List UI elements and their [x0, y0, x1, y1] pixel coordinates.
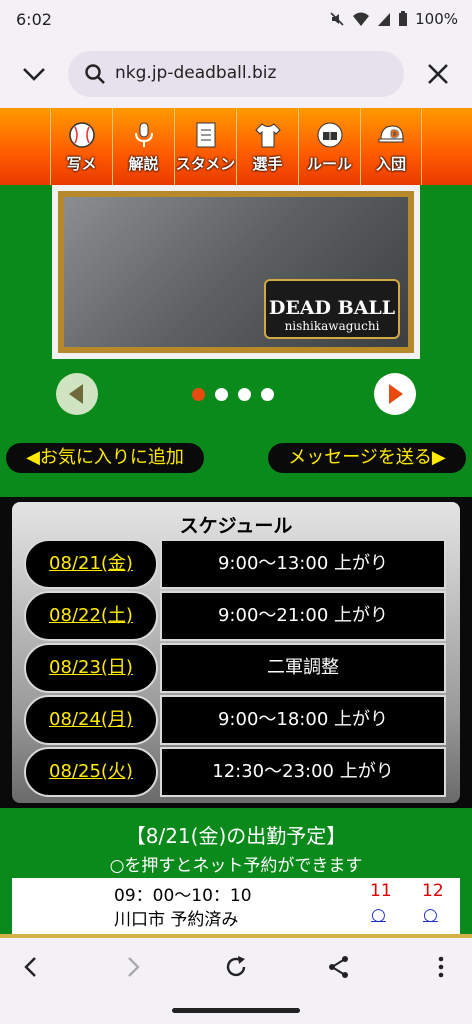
nav-item-join[interactable]: D 入団: [360, 108, 422, 185]
schedule-date-link[interactable]: 08/25(火): [24, 747, 158, 797]
schedule-row: 08/25(火) 12:30〜23:00 上がり: [24, 747, 449, 797]
signal-icon: [378, 13, 391, 26]
schedule-title: スケジュール: [179, 515, 293, 537]
reserve-slot-11-link[interactable]: ○: [371, 905, 386, 925]
chevron-down-icon[interactable]: [20, 60, 48, 88]
close-icon[interactable]: [424, 60, 452, 88]
carousel-next-button[interactable]: [374, 373, 416, 415]
back-icon[interactable]: [18, 954, 44, 980]
schedule-value: 二軍調整: [160, 643, 446, 693]
mute-icon: [330, 12, 344, 26]
schedule-row: 08/21(金) 9:00〜13:00 上がり: [24, 539, 449, 589]
logo-title: DEAD BALL: [268, 297, 396, 319]
schedule-row: 08/22(土) 9:00〜21:00 上がり: [24, 591, 449, 641]
battery-icon: [399, 11, 408, 26]
schedule-value: 9:00〜13:00 上がり: [160, 539, 446, 589]
photo-frame[interactable]: DEAD BALL nishikawaguchi: [52, 185, 420, 359]
baseball-icon: [68, 122, 95, 148]
url-field[interactable]: nkg.jp-deadball.biz: [68, 51, 404, 97]
site-nav: 写メ 解説 スタメン 選手 ルール D 入団: [0, 108, 472, 185]
send-message-button[interactable]: メッセージを送る▶: [268, 443, 466, 473]
deadball-logo: DEAD BALL nishikawaguchi: [264, 279, 400, 339]
nav-label: 写メ: [66, 155, 97, 173]
carousel-dot[interactable]: [261, 388, 274, 401]
attendance-subtitle: ○を押すとネット予約ができます: [109, 856, 363, 876]
carousel-dots: [192, 388, 274, 401]
carousel-dot[interactable]: [215, 388, 228, 401]
schedule-date-link[interactable]: 08/21(金): [24, 539, 158, 589]
slot-header-12: 12: [422, 881, 444, 901]
attendance-title: 【8/21(金)の出勤予定】: [125, 824, 347, 848]
add-favorite-button[interactable]: ◀お気に入りに追加: [6, 443, 204, 473]
browser-toolbar: [0, 934, 472, 996]
schedule-date-link[interactable]: 08/23(日): [24, 643, 158, 693]
status-time: 6:02: [16, 10, 52, 29]
svg-text:D: D: [391, 130, 398, 140]
nav-item-commentary[interactable]: 解説: [112, 108, 174, 185]
nav-label: 解説: [128, 155, 159, 173]
schedule-panel: スケジュール 08/21(金) 9:00〜13:00 上がり 08/22(土) …: [12, 502, 460, 803]
battery-percent: 100%: [415, 10, 458, 28]
schedule-row: 08/24(月) 9:00〜18:00 上がり: [24, 695, 449, 745]
jersey-icon: [254, 123, 281, 148]
carousel-dot[interactable]: [238, 388, 251, 401]
attendance-card: 09：00〜10：10 川口市 予約済み 11 12 ○ ○: [12, 878, 460, 934]
carousel-prev-button[interactable]: [56, 373, 98, 415]
logo-subtitle: nishikawaguchi: [284, 319, 380, 333]
schedule-row: 08/23(日) 二軍調整: [24, 643, 449, 693]
schedule-date-link[interactable]: 08/22(土): [24, 591, 158, 641]
attendance-time: 09：00〜10：10: [114, 886, 252, 906]
banner-section: DEAD BALL nishikawaguchi ◀お気に入りに追加 メッセージ…: [0, 185, 472, 497]
nav-item-rules[interactable]: ルール: [298, 108, 360, 185]
nav-label: 入団: [375, 155, 406, 173]
nav-label: 選手: [252, 155, 283, 173]
schedule-section: スケジュール 08/21(金) 9:00〜13:00 上がり 08/22(土) …: [0, 497, 472, 808]
carousel-dot[interactable]: [192, 388, 205, 401]
photo-image: DEAD BALL nishikawaguchi: [58, 191, 414, 353]
share-icon[interactable]: [326, 954, 352, 980]
forward-icon[interactable]: [120, 954, 146, 980]
arrow-right-icon: [389, 384, 403, 404]
nav-item-photos[interactable]: 写メ: [50, 108, 112, 185]
more-icon[interactable]: [428, 954, 454, 980]
wifi-icon: [353, 12, 370, 26]
home-indicator[interactable]: [172, 1008, 300, 1013]
reserve-slot-12-link[interactable]: ○: [423, 905, 438, 925]
status-bar: 6:02 100%: [0, 0, 472, 40]
nav-item-lineup[interactable]: スタメン: [174, 108, 236, 185]
url-text: nkg.jp-deadball.biz: [115, 63, 277, 83]
arrow-left-icon: [69, 384, 83, 404]
nav-label: ルール: [306, 155, 352, 173]
slot-header-11: 11: [370, 881, 392, 901]
browser-url-bar: nkg.jp-deadball.biz: [0, 40, 472, 108]
schedule-date-link[interactable]: 08/24(月): [24, 695, 158, 745]
nav-label: スタメン: [175, 155, 236, 173]
microphone-icon: [134, 122, 153, 147]
search-icon: [85, 64, 105, 84]
catcher-mask-icon: [317, 122, 342, 148]
gesture-bar: [0, 996, 472, 1024]
refresh-icon[interactable]: [223, 954, 249, 980]
attendance-location: 川口市 予約済み: [114, 910, 239, 930]
document-icon: [196, 122, 215, 148]
cap-icon: D: [378, 125, 404, 143]
schedule-value: 9:00〜21:00 上がり: [160, 591, 446, 641]
schedule-value: 9:00〜18:00 上がり: [160, 695, 446, 745]
attendance-section: 【8/21(金)の出勤予定】 ○を押すとネット予約ができます 09：00〜10：…: [0, 808, 472, 934]
schedule-value: 12:30〜23:00 上がり: [160, 747, 446, 797]
nav-item-players[interactable]: 選手: [236, 108, 298, 185]
